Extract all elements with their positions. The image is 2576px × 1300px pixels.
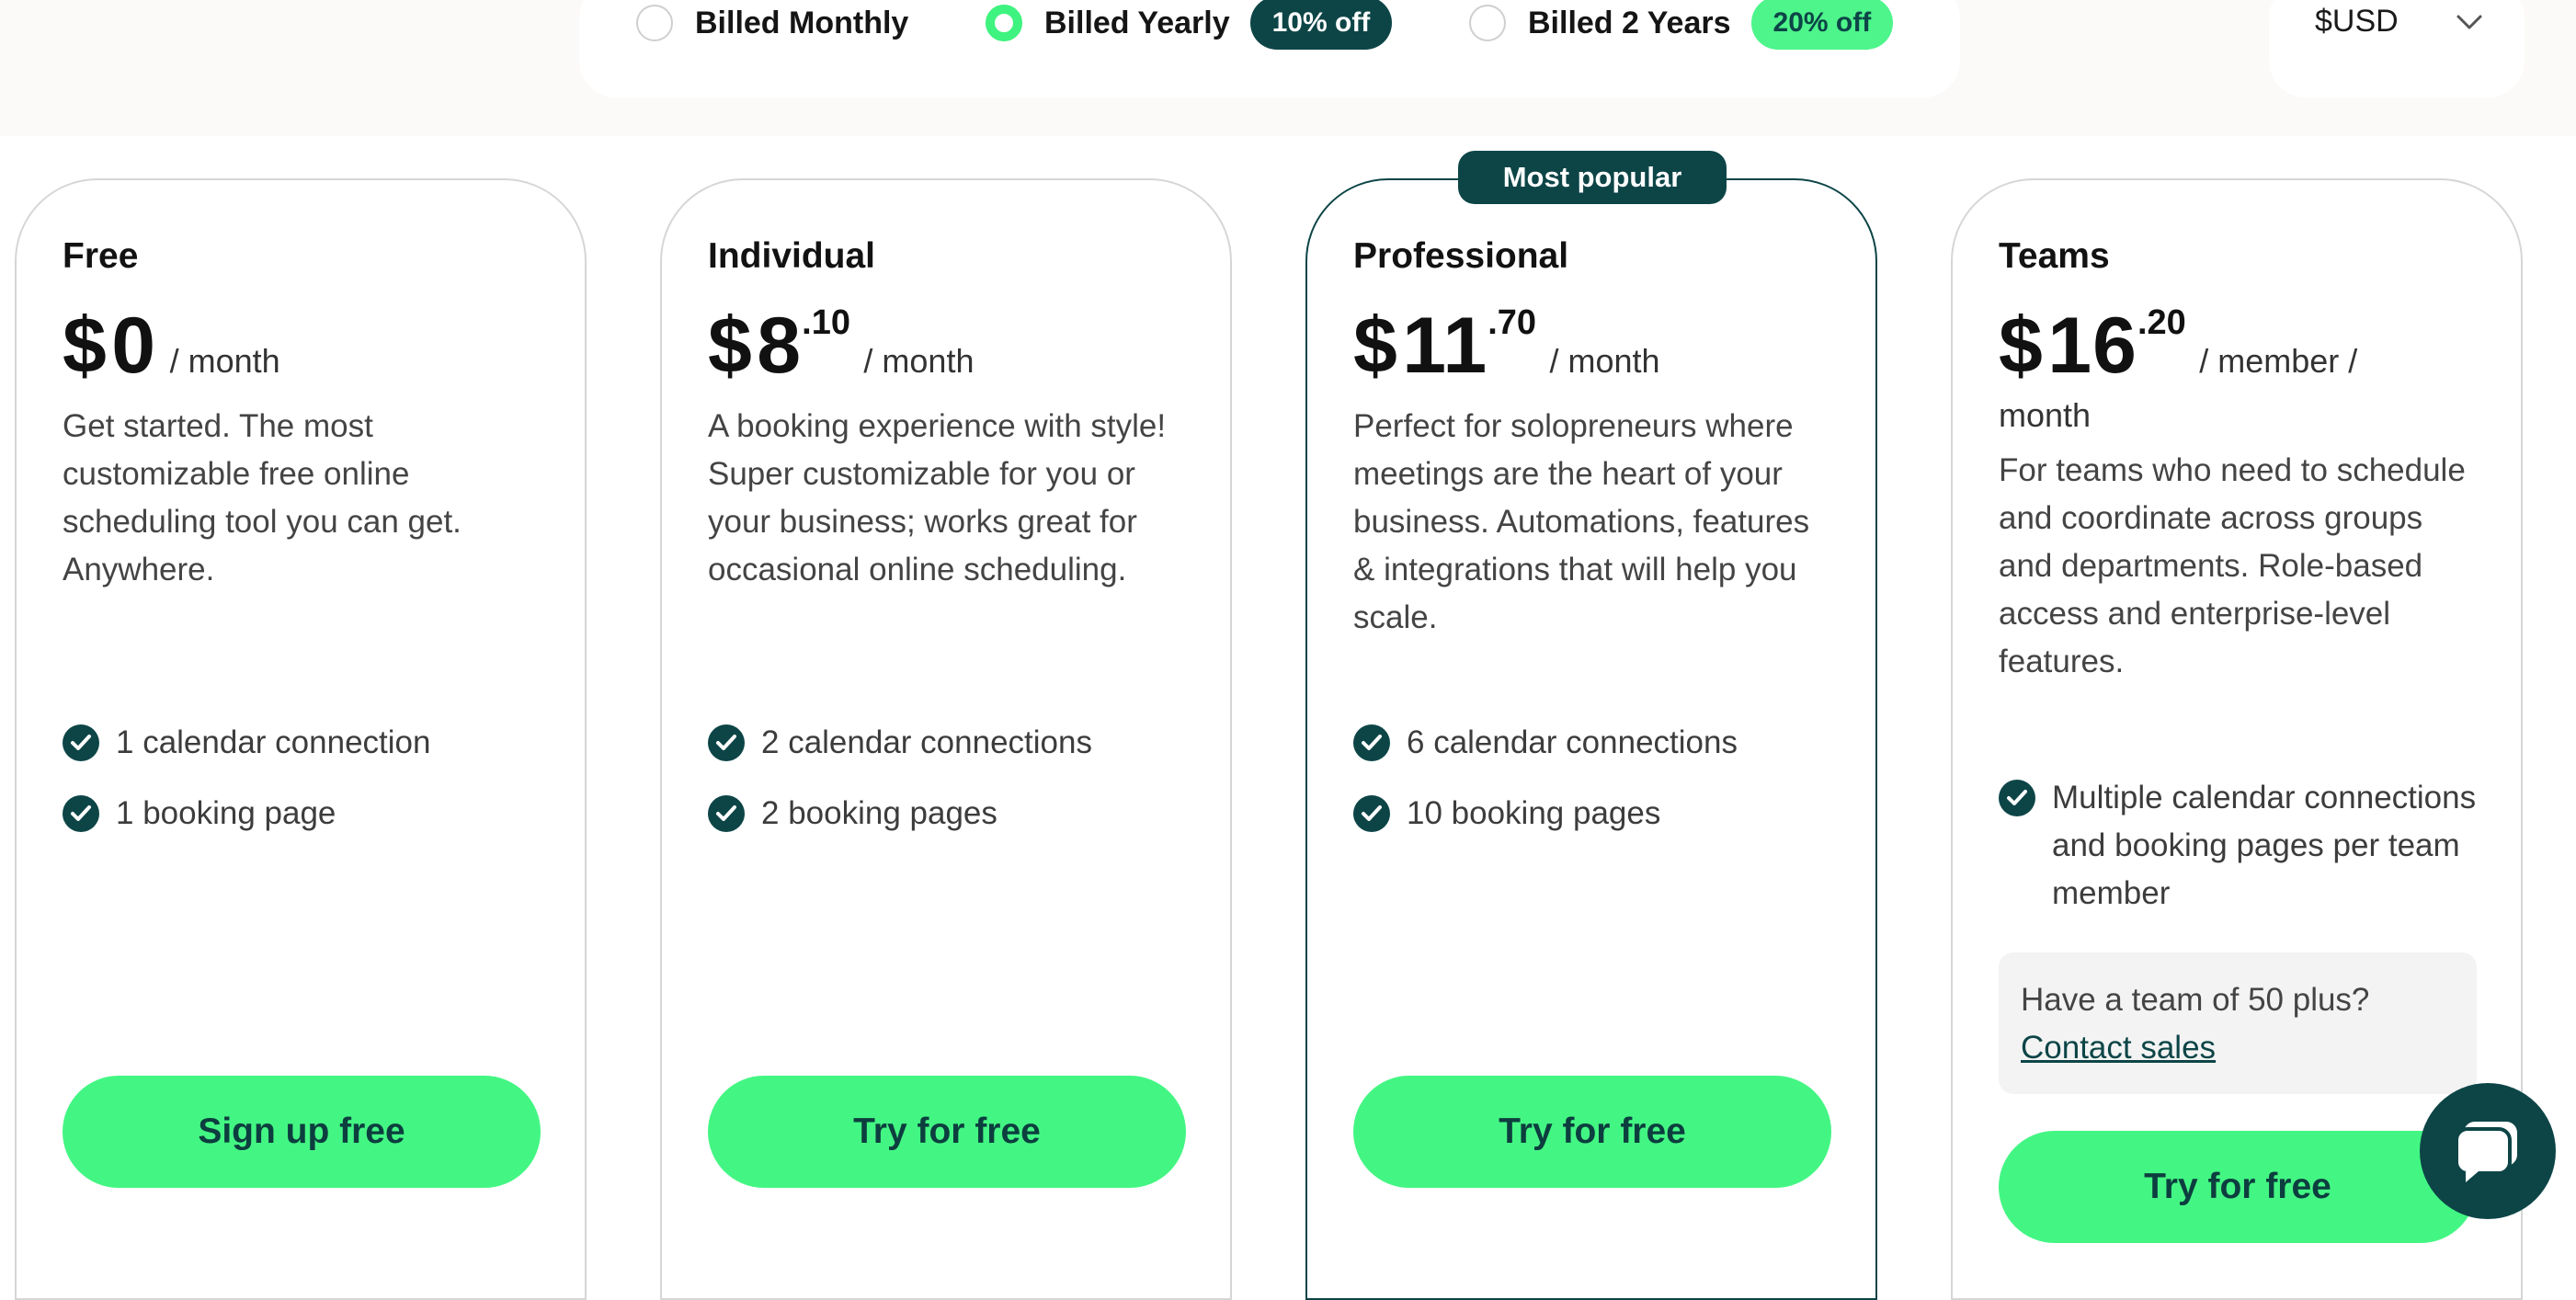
chat-widget-button[interactable]	[2420, 1083, 2556, 1219]
price-currency-symbol: $	[63, 301, 108, 390]
check-circle-icon	[1999, 780, 2035, 816]
price-currency-symbol: $	[1999, 301, 2044, 390]
price-cents: .20	[2137, 302, 2186, 342]
feature-label: 1 booking page	[116, 795, 336, 831]
price-unit: / month	[1549, 341, 1660, 380]
plan-description: Get started. The most customizable free …	[63, 407, 462, 587]
feature-item: 2 calendar connections	[708, 719, 1204, 767]
feature-label: Multiple calendar connections and bookin…	[2052, 780, 2477, 911]
price-amount: 0	[111, 301, 157, 390]
contact-sales-box: Have a team of 50 plus? Contact sales	[1999, 952, 2477, 1094]
plan-name: Individual	[708, 236, 876, 276]
radio-checked-icon[interactable]	[986, 5, 1022, 41]
radio-unchecked-icon[interactable]	[1469, 5, 1506, 41]
billing-option-2-years[interactable]: Billed 2 Years 20% off	[1469, 0, 1894, 50]
plan-price: $ 8.10 / month	[708, 299, 1186, 393]
feature-item: Multiple calendar connections and bookin…	[1999, 774, 2495, 918]
feature-label: 1 calendar connection	[116, 724, 431, 760]
feature-item: 1 booking page	[63, 790, 559, 838]
plan-price: $ 0 / month	[63, 299, 541, 393]
feature-item: 2 booking pages	[708, 790, 1204, 838]
price-amount: 8	[757, 301, 803, 390]
feature-label: 6 calendar connections	[1407, 724, 1738, 760]
plan-price: $ 11.70 / month	[1353, 299, 1831, 393]
feature-list: 1 calendar connection 1 booking page	[63, 719, 559, 861]
billing-option-label: Billed Monthly	[695, 5, 909, 40]
feature-list: Multiple calendar connections and bookin…	[1999, 774, 2495, 941]
billing-option-label: Billed 2 Years	[1528, 5, 1731, 40]
check-circle-icon	[708, 795, 745, 832]
feature-item: 1 calendar connection	[63, 719, 559, 767]
contact-text: Have a team of 50 plus?	[2021, 982, 2370, 1018]
feature-list: 2 calendar connections 2 booking pages	[708, 719, 1204, 861]
price-cents: .10	[802, 302, 850, 342]
plan-name: Teams	[1999, 236, 2110, 276]
price-amount: 16	[2047, 301, 2137, 390]
price-cents: .70	[1487, 302, 1537, 342]
currency-selector[interactable]: $USD	[2269, 0, 2525, 97]
plan-description: Perfect for solopreneurs where meetings …	[1353, 407, 1810, 635]
feature-label: 2 booking pages	[761, 795, 997, 831]
most-popular-badge: Most popular	[1458, 151, 1727, 204]
plan-name: Free	[63, 236, 139, 276]
radio-unchecked-icon[interactable]	[636, 5, 673, 41]
feature-label: 10 booking pages	[1407, 795, 1661, 831]
feature-item: 6 calendar connections	[1353, 719, 1850, 767]
try-for-free-button[interactable]: Try for free	[1999, 1131, 2477, 1243]
price-unit: / member /	[2199, 341, 2358, 380]
chat-icon	[2455, 1122, 2517, 1182]
price-amount: 11	[1402, 301, 1488, 390]
price-unit: / month	[169, 341, 280, 380]
contact-sales-link[interactable]: Contact sales	[2021, 1030, 2216, 1066]
billing-option-monthly[interactable]: Billed Monthly	[636, 0, 908, 48]
check-circle-icon	[708, 724, 745, 761]
discount-badge: 10% off	[1249, 0, 1393, 50]
billing-period-selector: Billed Monthly Billed Yearly 10% off Bil…	[579, 0, 1960, 97]
currency-label: $USD	[2315, 4, 2399, 39]
check-circle-icon	[63, 724, 99, 761]
check-circle-icon	[1353, 724, 1390, 761]
price-currency-symbol: $	[708, 301, 753, 390]
plan-description: A booking experience with style! Super c…	[708, 407, 1167, 587]
price-unit-line2: month	[1999, 395, 2092, 434]
try-for-free-button[interactable]: Try for free	[1353, 1076, 1831, 1188]
plan-card-individual: Individual $ 8.10 / month A booking expe…	[660, 178, 1232, 1300]
billing-option-yearly[interactable]: Billed Yearly 10% off	[986, 0, 1393, 50]
sign-up-free-button[interactable]: Sign up free	[63, 1076, 541, 1188]
plan-description: For teams who need to schedule and coord…	[1999, 451, 2466, 679]
check-circle-icon	[1353, 795, 1390, 832]
billing-option-label: Billed Yearly	[1044, 5, 1230, 40]
feature-item: 10 booking pages	[1353, 790, 1850, 838]
feature-label: 2 calendar connections	[761, 724, 1092, 760]
chevron-down-icon	[2456, 15, 2482, 29]
plan-card-free: Free $ 0 / month Get started. The most c…	[15, 178, 587, 1300]
plan-price: $ 16.20 / member /	[1999, 299, 2477, 393]
discount-badge: 20% off	[1750, 0, 1894, 50]
price-unit: / month	[863, 341, 975, 380]
price-currency-symbol: $	[1353, 301, 1398, 390]
plan-card-professional: Professional $ 11.70 / month Perfect for…	[1305, 178, 1877, 1300]
feature-list: 6 calendar connections 10 booking pages	[1353, 719, 1850, 861]
plan-name: Professional	[1353, 236, 1569, 276]
try-for-free-button[interactable]: Try for free	[708, 1076, 1186, 1188]
check-circle-icon	[63, 795, 99, 832]
